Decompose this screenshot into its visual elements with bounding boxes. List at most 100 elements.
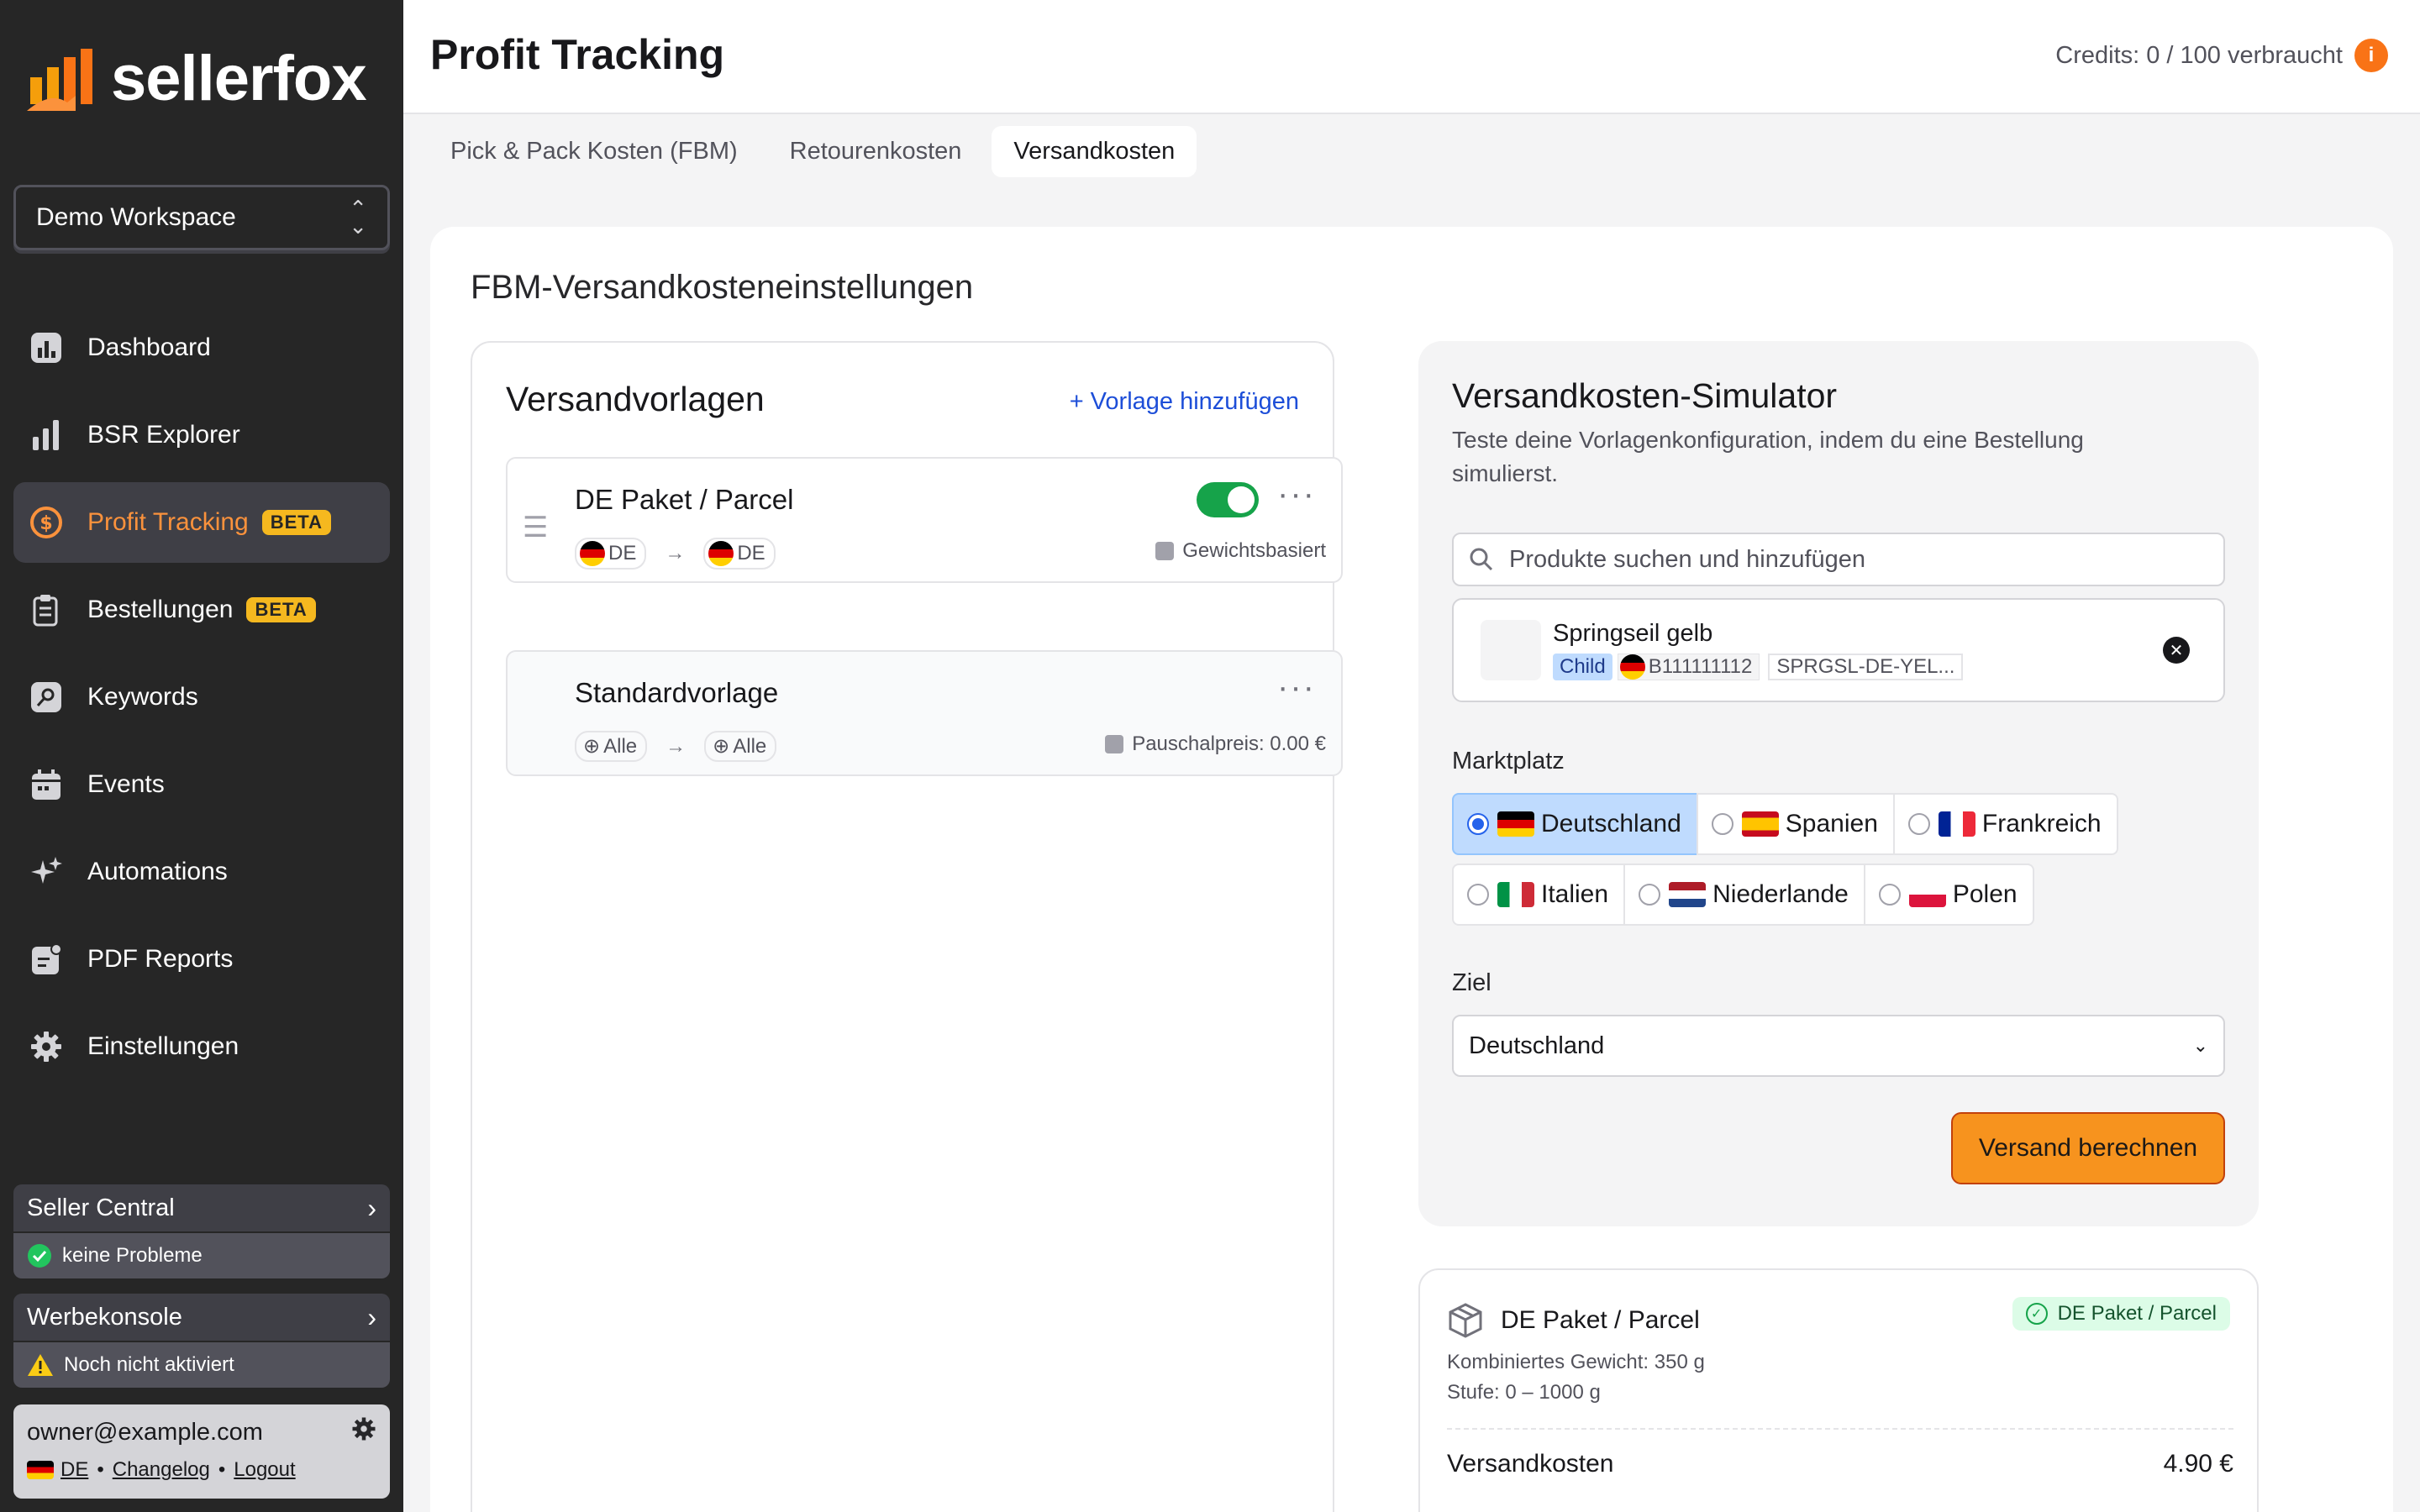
section-title: FBM-Versandkosteneinstellungen [471, 269, 974, 306]
drag-handle-icon[interactable]: ☰ [523, 511, 548, 544]
result-title-text: DE Paket / Parcel [1501, 1306, 1700, 1334]
sidebar: sellerfox Demo Workspace ⌃ ⌄ Dashboard BS… [0, 0, 403, 1512]
product-search-input[interactable]: Produkte suchen und hinzufügen [1452, 533, 2225, 586]
main-panel: FBM-Versandkosteneinstellungen Versandvo… [430, 227, 2393, 1512]
marketplace-label: Frankreich [1981, 810, 2102, 837]
divider [1447, 1428, 2233, 1430]
template-route: DE → DE [575, 538, 776, 570]
sparkle-icon [29, 854, 64, 890]
tab-versandkosten[interactable]: Versandkosten [992, 126, 1197, 177]
template-type: Pauschalpreis: 0.00 € [1105, 732, 1326, 756]
radio-button[interactable] [1467, 884, 1489, 906]
marketplace-option-pl[interactable]: Polen [1863, 864, 2034, 926]
nav-item-profit-tracking[interactable]: $ Profit Tracking BETA [13, 482, 390, 563]
user-email: owner@example.com [27, 1418, 263, 1446]
templates-title: Versandvorlagen [506, 380, 765, 418]
globe-icon: ⊕ [583, 735, 601, 758]
nav-item-pdf-reports[interactable]: PDF Reports [13, 919, 390, 1000]
nav-item-keywords[interactable]: Keywords [13, 657, 390, 738]
nav-item-dashboard[interactable]: Dashboard [13, 307, 390, 388]
radio-button[interactable] [1907, 813, 1930, 835]
werbekonsole-status-text: Noch nicht aktiviert [64, 1353, 234, 1376]
clipboard-icon [29, 592, 64, 627]
product-thumbnail [1481, 620, 1541, 680]
marketplace-label: Niederlande [1712, 880, 1849, 908]
marketplace-option-it[interactable]: Italien [1452, 864, 1626, 926]
nav-label: Events [87, 770, 165, 798]
tab-retourenkosten[interactable]: Retourenkosten [768, 126, 984, 177]
brand-name: sellerfox [111, 43, 367, 114]
from-chip: ⊕ Alle [575, 731, 648, 762]
marketplace-option-fr[interactable]: Frankreich [1892, 793, 2118, 855]
changelog-link[interactable]: Changelog [113, 1458, 210, 1482]
tab-pick-pack[interactable]: Pick & Pack Kosten (FBM) [429, 126, 760, 177]
arrow-right-icon: → [665, 542, 686, 564]
nav-label: Automations [87, 858, 228, 885]
calculate-shipping-button[interactable]: Versand berechnen [1951, 1112, 2225, 1184]
brand-logo[interactable]: sellerfox [25, 42, 367, 115]
language-link[interactable]: DE [60, 1458, 88, 1482]
remove-product-icon[interactable]: ✕ [2163, 637, 2190, 664]
to-chip: DE [703, 538, 776, 570]
german-flag-icon [27, 1461, 54, 1479]
radio-button[interactable] [1878, 884, 1901, 906]
workspace-selector[interactable]: Demo Workspace ⌃ ⌄ [13, 185, 390, 250]
more-options-icon[interactable]: ··· [1277, 669, 1316, 706]
chevron-down-icon: ⌄ [2192, 1035, 2208, 1056]
radio-button[interactable] [1467, 813, 1489, 835]
from-label: DE [608, 542, 637, 564]
nav-label: Einstellungen [87, 1032, 239, 1060]
template-card[interactable]: Standardvorlage ··· ⊕ Alle → ⊕ Alle Pausch… [506, 650, 1343, 776]
marketplace-option-es[interactable]: Spanien [1696, 793, 1895, 855]
nav-item-bsr-explorer[interactable]: BSR Explorer [13, 395, 390, 475]
chevron-right-icon: › [367, 1301, 376, 1332]
nav-item-bestellungen[interactable]: Bestellungen BETA [13, 570, 390, 650]
werbekonsole-card[interactable]: Werbekonsole › Noch nicht aktiviert [13, 1294, 390, 1388]
to-label: DE [737, 542, 765, 564]
template-enabled-toggle[interactable] [1197, 482, 1259, 517]
werbekonsole-header[interactable]: Werbekonsole › [13, 1294, 390, 1341]
from-chip: DE [575, 538, 647, 570]
nav-item-automations[interactable]: Automations [13, 832, 390, 912]
template-type: Gewichtsbasiert [1155, 539, 1326, 563]
marketplace-option-nl[interactable]: Niederlande [1623, 864, 1865, 926]
logout-link[interactable]: Logout [234, 1458, 295, 1482]
credits-indicator: Credits: 0 / 100 verbraucht i [2055, 39, 2388, 72]
radio-button[interactable] [1711, 813, 1733, 835]
more-options-icon[interactable]: ··· [1277, 475, 1316, 513]
simulator-description: Teste deine Vorlagenkonfiguration, indem… [1452, 427, 2084, 486]
search-icon [1470, 548, 1493, 571]
workspace-name: Demo Workspace [36, 203, 236, 231]
add-template-button[interactable]: + Vorlage hinzufügen [1070, 388, 1299, 416]
calendar-icon [29, 767, 64, 802]
info-icon[interactable]: i [2354, 39, 2388, 72]
seller-central-header[interactable]: Seller Central › [13, 1184, 390, 1231]
radio-button[interactable] [1639, 884, 1661, 906]
target-value: Deutschland [1469, 1032, 1605, 1059]
werbekonsole-status: Noch nicht aktiviert [13, 1341, 390, 1388]
beta-badge: BETA [246, 597, 316, 622]
bar-chart-icon [29, 417, 64, 453]
gear-icon[interactable] [351, 1416, 376, 1448]
marketplace-label: Polen [1952, 880, 2018, 908]
template-card[interactable]: ☰ DE Paket / Parcel ··· DE → DE Gewichts… [506, 457, 1343, 583]
chevron-updown-icon: ⌃ ⌄ [349, 196, 367, 239]
seller-central-status: keine Probleme [13, 1231, 390, 1278]
nav-label: Profit Tracking [87, 508, 249, 536]
target-select[interactable]: Deutschland ⌄ [1452, 1015, 2225, 1077]
seller-central-title: Seller Central [27, 1194, 175, 1221]
gear-icon [29, 1029, 64, 1064]
templates-panel: Versandvorlagen + Vorlage hinzufügen ☰ D… [471, 341, 1343, 1512]
nav-item-events[interactable]: Events [13, 744, 390, 825]
seller-central-card[interactable]: Seller Central › keine Probleme [13, 1184, 390, 1278]
check-circle-icon: ✓ [2025, 1303, 2048, 1325]
nav-item-einstellungen[interactable]: Einstellungen [13, 1006, 390, 1087]
asin-value: B111111112 [1648, 655, 1753, 678]
seller-central-status-text: keine Probleme [62, 1244, 203, 1267]
report-icon [29, 942, 64, 977]
beta-badge: BETA [261, 510, 331, 535]
marketplace-option-de[interactable]: Deutschland [1452, 793, 1698, 855]
marketplace-label: Italien [1541, 880, 1609, 908]
combined-weight: Kombiniertes Gewicht: 350 g [1447, 1351, 1705, 1373]
spanish-flag-icon [1741, 811, 1779, 837]
